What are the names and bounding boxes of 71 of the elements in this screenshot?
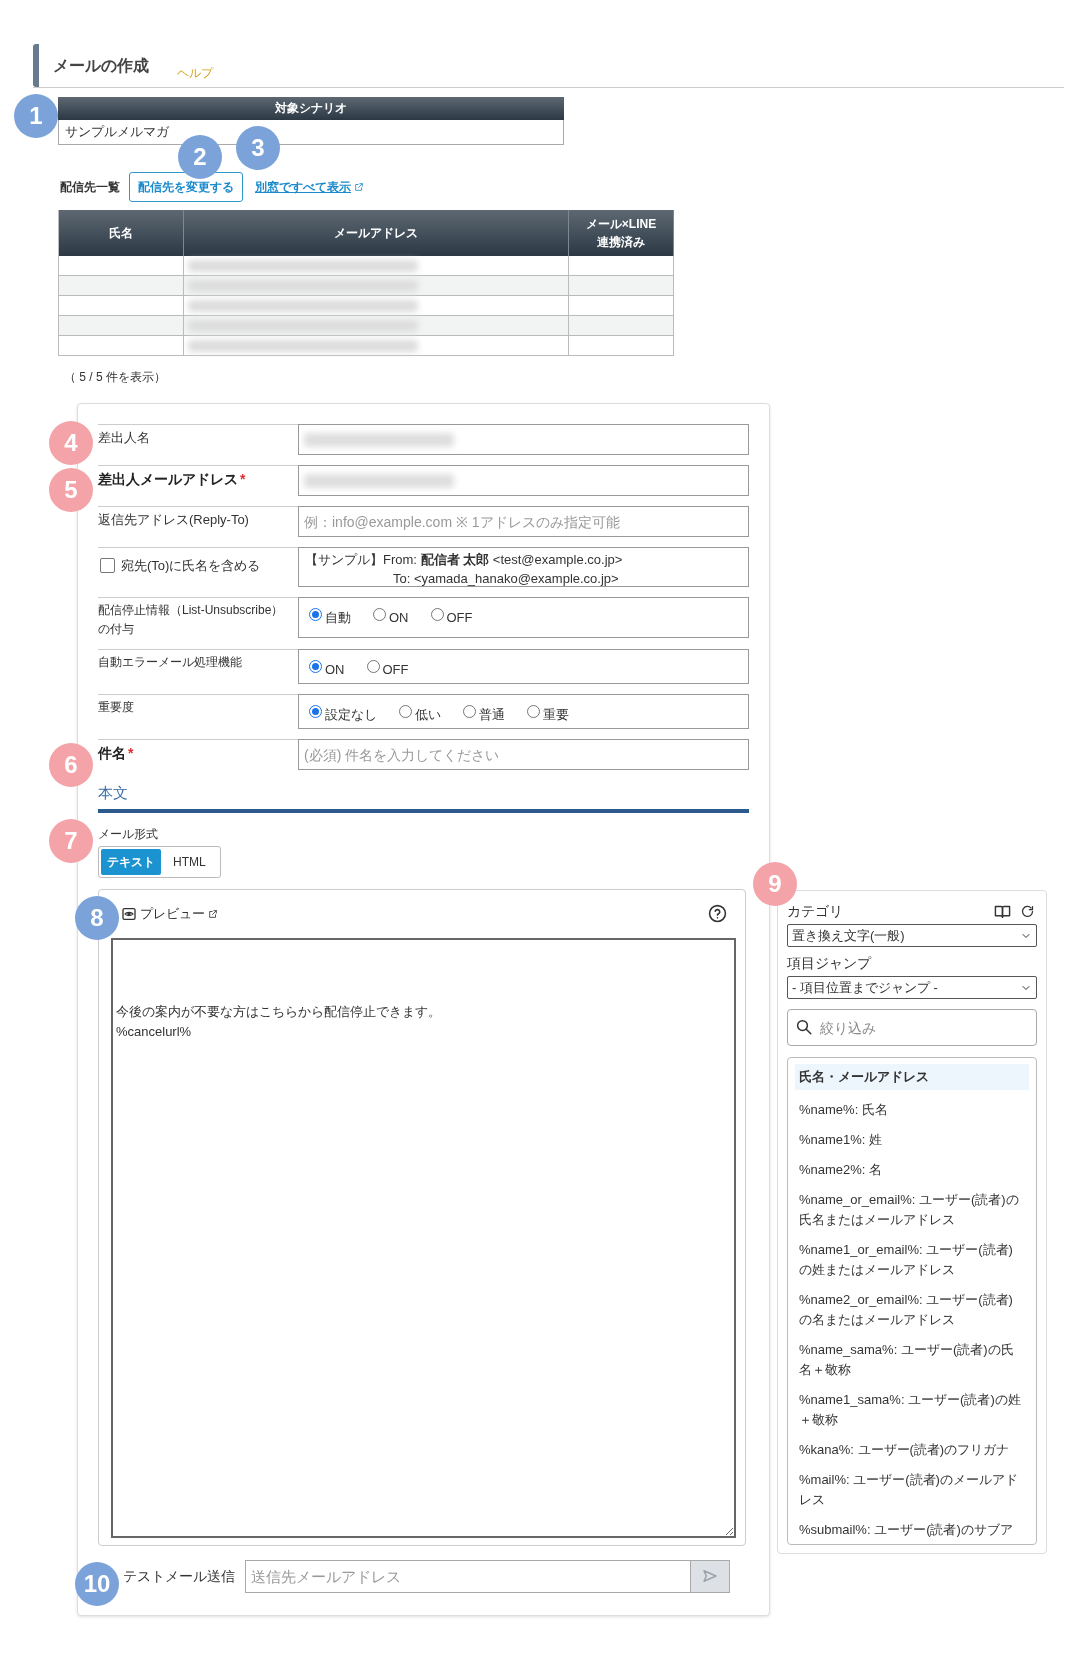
column-header: 氏名 xyxy=(59,210,184,256)
radio-option[interactable]: 重要 xyxy=(527,703,569,725)
send-icon xyxy=(701,1567,719,1585)
text-field[interactable] xyxy=(298,424,749,455)
variable-item[interactable]: %name2%: 名 xyxy=(795,1159,1029,1180)
field-label: 項目ジャンプ xyxy=(787,954,873,973)
radio-option[interactable]: 設定なし xyxy=(309,703,377,725)
search-icon xyxy=(795,1018,813,1036)
dropdown[interactable]: - 項目位置までジャンプ - xyxy=(787,976,1037,999)
variable-item[interactable]: %mail%: ユーザー(読者)のメールアドレス xyxy=(795,1469,1029,1510)
radio-option[interactable]: 自動 xyxy=(309,606,351,628)
open-all-link[interactable]: 別窓ですべて表示 xyxy=(255,178,364,196)
preview-line: To: <yamada_hanako@example.co.jp> xyxy=(392,570,620,588)
radio-option[interactable]: OFF xyxy=(366,658,409,680)
table-header: 対象シナリオ xyxy=(58,97,564,120)
variable-item[interactable]: %name%: 氏名 xyxy=(795,1099,1029,1120)
text-field[interactable]: (必須) 件名を入力してください xyxy=(298,739,749,770)
help-icon xyxy=(708,904,727,923)
send-button[interactable] xyxy=(691,1559,730,1593)
section-label: 配信先一覧 xyxy=(60,179,120,196)
test-address-field[interactable]: 送信先メールアドレス xyxy=(245,1559,691,1593)
variable-item[interactable]: %name1_or_email%: ユーザー(読者)の姓またはメールアドレス xyxy=(795,1239,1029,1280)
variable-item[interactable]: %name1_sama%: ユーザー(読者)の姓＋敬称 xyxy=(795,1389,1029,1430)
variable-item[interactable]: %name_or_email%: ユーザー(読者)の氏名またはメールアドレス xyxy=(795,1189,1029,1230)
field-label: 件名* xyxy=(98,744,135,763)
search-field[interactable]: 絞り込み xyxy=(787,1009,1037,1046)
radio-option[interactable]: OFF xyxy=(430,606,473,628)
variable-item[interactable]: %kana%: ユーザー(読者)のフリガナ xyxy=(795,1439,1029,1460)
column-header: メール×LINE 連携済み xyxy=(569,210,674,256)
header-accent-bar xyxy=(33,44,39,87)
include-name-checkbox[interactable]: 宛先(To)に氏名を含める xyxy=(98,551,294,576)
step-number-badge: 6 xyxy=(49,743,93,787)
field-label: テストメール送信 xyxy=(123,1566,235,1586)
step-number-badge: 5 xyxy=(49,468,93,512)
preview-line: 【サンプル】From: 配信者 太郎 <test@example.co.jp> xyxy=(305,551,624,569)
body-editor[interactable]: 今後の案内が不要な方はこちらから配信停止できます。 %cancelurl% xyxy=(111,937,736,1538)
preview-link[interactable]: プレビュー xyxy=(121,903,218,924)
external-link-icon xyxy=(208,908,218,919)
variable-item[interactable]: %name2_or_email%: ユーザー(読者)の名またはメールアドレス xyxy=(795,1289,1029,1330)
radio-option[interactable]: ON xyxy=(373,606,409,628)
column-header: メールアドレス xyxy=(184,210,569,256)
step-number-badge: 2 xyxy=(178,135,222,179)
radio-option[interactable]: 普通 xyxy=(463,703,505,725)
section-heading: 本文 xyxy=(98,783,129,803)
radio-option[interactable]: ON xyxy=(309,658,345,680)
dropdown[interactable]: 置き換え文字(一般) xyxy=(787,924,1037,947)
field-label: 重要度 xyxy=(98,699,135,716)
variable-item[interactable]: %name1%: 姓 xyxy=(795,1129,1029,1150)
field-label: 配信停止情報（List-Unsubscribe）の付与 xyxy=(98,602,285,638)
refresh-icon xyxy=(1020,904,1035,919)
variable-item[interactable]: %name_sama%: ユーザー(読者)の氏名＋敬称 xyxy=(795,1339,1029,1380)
field-label: メール形式 xyxy=(98,825,159,843)
step-number-badge: 7 xyxy=(49,819,93,863)
variable-item[interactable]: %submail%: ユーザー(読者)のサブア xyxy=(795,1519,1029,1540)
page-title: メールの作成 xyxy=(53,55,149,76)
text-field[interactable] xyxy=(298,465,749,496)
list-group-heading: 氏名・メールアドレス xyxy=(795,1064,1029,1090)
field-label: 差出人名 xyxy=(98,429,151,447)
book-icon xyxy=(994,903,1011,920)
eye-icon xyxy=(121,905,137,922)
text-field[interactable]: 例：info@example.com ※ 1アドレスのみ指定可能 xyxy=(298,506,749,537)
format-tab[interactable]: HTML xyxy=(161,848,218,875)
field-label: 自動エラーメール処理機能 xyxy=(98,654,243,671)
radio-option[interactable]: 低い xyxy=(399,703,441,725)
change-recipients-button[interactable]: 配信先を変更する xyxy=(129,172,243,202)
external-link-icon xyxy=(354,182,364,192)
step-number-badge: 4 xyxy=(49,421,93,465)
count-text: （ 5 / 5 件を表示） xyxy=(64,369,168,386)
step-number-badge: 1 xyxy=(14,94,58,138)
field-label: 差出人メールアドレス* xyxy=(98,470,247,489)
field-label: 返信先アドレス(Reply-To) xyxy=(98,511,250,529)
